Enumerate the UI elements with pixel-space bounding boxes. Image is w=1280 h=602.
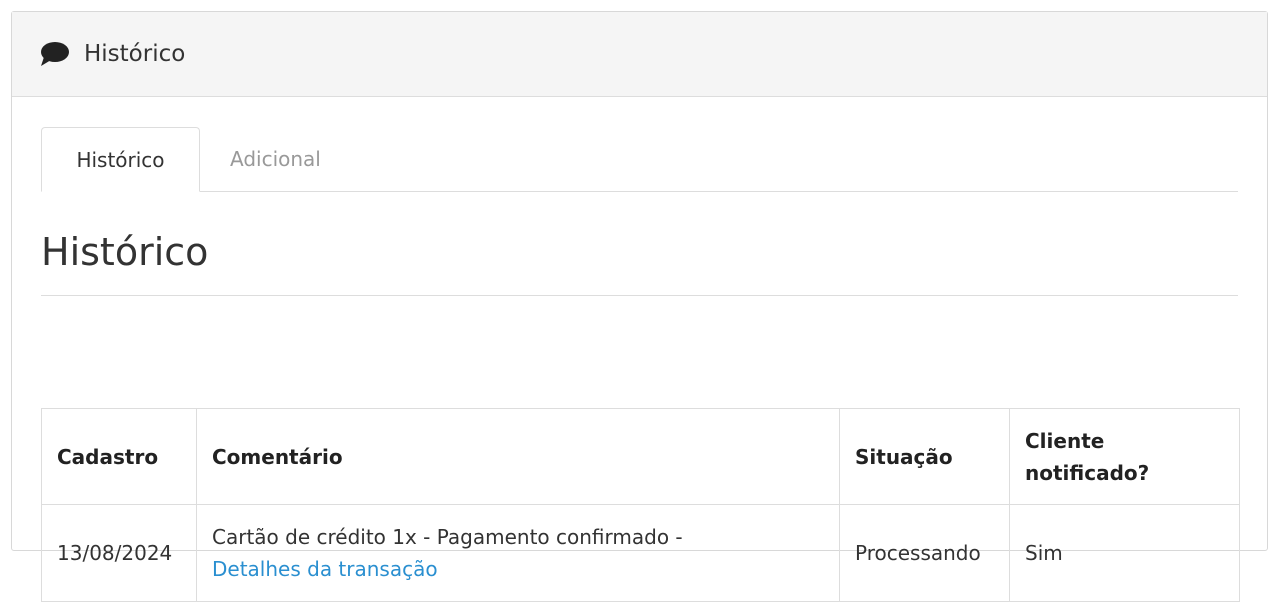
column-header-cliente-notificado: Cliente notificado?	[1009, 408, 1240, 505]
cell-cliente-notificado: Sim	[1009, 504, 1240, 602]
cell-comentario: Cartão de crédito 1x - Pagamento confirm…	[196, 504, 840, 602]
table-header-row: Cadastro Comentário Situação Cliente not…	[41, 408, 1240, 505]
transaction-details-link[interactable]: Detalhes da transação	[212, 557, 438, 581]
table-row: 13/08/2024 Cartão de crédito 1x - Pagame…	[41, 504, 1240, 602]
column-header-situacao: Situação	[839, 408, 1010, 505]
tab-adicional[interactable]: Adicional	[230, 127, 321, 191]
panel-title: Histórico	[84, 41, 186, 67]
column-header-cadastro: Cadastro	[41, 408, 197, 505]
section-divider	[41, 295, 1238, 296]
comment-icon	[40, 41, 70, 67]
panel-heading: Histórico	[12, 12, 1267, 97]
tab-bar: Histórico Adicional	[41, 127, 1238, 192]
history-panel: Histórico Histórico Adicional Histórico …	[11, 11, 1268, 602]
column-header-comentario: Comentário	[196, 408, 840, 505]
section-title: Histórico	[41, 230, 209, 274]
cell-situacao: Processando	[839, 504, 1010, 602]
cell-cadastro: 13/08/2024	[41, 504, 197, 602]
tab-historico[interactable]: Histórico	[41, 127, 200, 192]
comment-text: Cartão de crédito 1x - Pagamento confirm…	[212, 525, 683, 549]
history-table: Cadastro Comentário Situação Cliente not…	[41, 408, 1240, 602]
